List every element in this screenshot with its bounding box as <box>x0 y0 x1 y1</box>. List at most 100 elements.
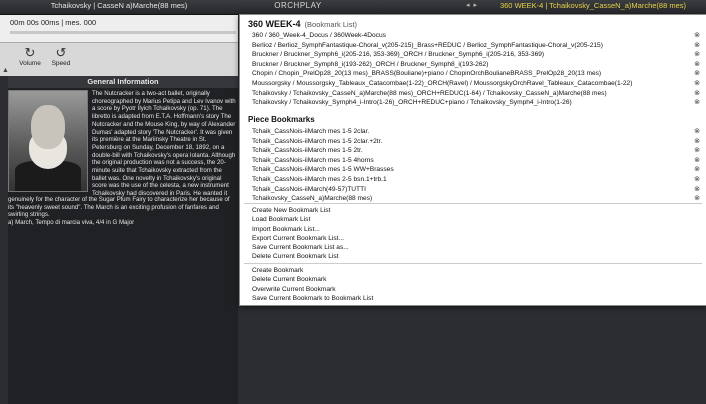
menu-item[interactable]: Overwrite Current Bookmark <box>240 285 706 294</box>
current-piece-title: Tchaikovsky | CasseN a)Marche(88 mes) <box>50 1 188 10</box>
menu-item[interactable]: Save Current Bookmark to Bookmark List <box>240 294 706 303</box>
panel-title: 360 WEEK-4 (Bookmark List) <box>248 19 357 29</box>
bookmark-item-label: Chopin / Chopin_PrelOp28_20(13 mes)_BRAS… <box>252 70 602 78</box>
speed-button[interactable]: ↺ Speed <box>46 45 76 68</box>
delete-icon[interactable]: ⊗ <box>694 69 700 79</box>
delete-icon[interactable]: ⊗ <box>694 185 700 195</box>
menu-item-label: Create New Bookmark List <box>252 207 331 214</box>
bookmark-item[interactable]: Berlioz / Berlioz_SymphFantastique-Chora… <box>240 41 706 51</box>
bookmark-item-label: 360 / 360_Week-4_Docus / 360Week-4Docus <box>252 32 386 39</box>
delete-icon[interactable]: ⊗ <box>694 127 700 137</box>
bookmark-list: 360 / 360_Week-4_Docus / 360Week-4Docus ⊗… <box>240 31 706 108</box>
time-readout: 00m 00s 00ms | mes. 000 <box>10 18 97 27</box>
nav-arrows: ◂ ▸ <box>466 1 481 9</box>
bookmark-item[interactable]: Tchaikovsky / Tchaikovsky_CasseN_a)March… <box>240 89 706 99</box>
bookmark-item[interactable]: Moussorgsky / Moussorgsky_Tableaux_Catac… <box>240 79 706 89</box>
menu-item-label: Overwrite Current Bookmark <box>252 285 336 293</box>
piece-bookmark-item-label: Tchaik_CassNois-iiMarch mes 1-5 4horns <box>252 156 374 164</box>
piece-bookmark-item-label: Tchaik_CassNois-iiMarch(49-57)TUTTI <box>252 185 366 193</box>
menu-item-label: Export Current Bookmark List... <box>252 234 344 242</box>
bookmark-dropdown-panel: 360 WEEK-4 (Bookmark List) 360 / 360_Week… <box>239 14 706 306</box>
triangle-up-icon[interactable]: ▲ <box>2 67 9 74</box>
piece-bookmark-item[interactable]: Tchaik_CassNois-iiMarch(49-57)TUTTI ⊗ <box>240 185 706 195</box>
piece-bookmark-item[interactable]: Tchaik_CassNois-iiMarch mes 1-5 WW+Brass… <box>240 165 706 175</box>
menu-item[interactable]: Delete Current Bookmark <box>240 275 706 284</box>
menu-item[interactable]: Export Current Bookmark List... <box>240 234 706 243</box>
info-description: The Nutcracker is a two-act ballet, orig… <box>92 90 236 198</box>
bookmark-item-label: Bruckner / Bruckner_Symph6_i(205-216, 35… <box>252 51 545 59</box>
bookmark-list-title[interactable]: 360 WEEK-4 | Tchaikovsky_CasseN_a)Marche… <box>480 1 706 10</box>
info-description-cont: genuinely for the character of the Sugar… <box>8 196 230 219</box>
piece-bookmarks-title: Piece Bookmarks <box>248 115 315 124</box>
delete-icon[interactable]: ⊗ <box>694 50 700 60</box>
progress-bar[interactable] <box>10 31 236 34</box>
bookmark-item-label: Berlioz / Berlioz_SymphFantastique-Chora… <box>252 41 603 49</box>
divider <box>244 203 702 204</box>
info-header: General Information <box>8 76 238 88</box>
piece-bookmark-item[interactable]: Tchaik_CassNois-iiMarch mes 1-5 4horns ⊗ <box>240 156 706 166</box>
bookmark-actions-menu: Create Bookmark Delete Current Bookmark Ov… <box>240 266 706 303</box>
panel-subtitle: (Bookmark List) <box>304 20 358 29</box>
menu-item[interactable]: Save Current Bookmark List as... <box>240 243 706 252</box>
piece-bookmark-item[interactable]: Tchaik_CassNois-iiMarch mes 1-5 2tr. ⊗ <box>240 146 706 156</box>
delete-icon[interactable]: ⊗ <box>694 175 700 185</box>
delete-icon[interactable]: ⊗ <box>694 41 700 51</box>
top-bar: Tchaikovsky | CasseN a)Marche(88 mes) OR… <box>0 0 706 15</box>
delete-icon[interactable]: ⊗ <box>694 60 700 70</box>
tempo-line: a) March, Tempo di marcia viva, 4/4 in G… <box>8 219 135 227</box>
app-logo[interactable]: ORCHPLAY <box>238 1 358 10</box>
piece-bookmark-item-label: Tchaikovsky_CasseN_a)Marche(88 mes) <box>252 195 373 203</box>
bookmark-item-label: Moussorgsky / Moussorgsky_Tableaux_Catac… <box>252 79 633 87</box>
divider <box>244 263 702 264</box>
piece-bookmark-item-label: Tchaik_CassNois-iiMarch mes 1-5 2clar. <box>252 128 370 135</box>
delete-icon[interactable]: ⊗ <box>694 137 700 147</box>
volume-button[interactable]: ↻ Volume <box>15 45 45 68</box>
info-description-continued: genuinely for the character of the Sugar… <box>8 196 236 227</box>
prev-arrow-icon[interactable]: ◂ <box>466 2 470 9</box>
volume-label: Volume <box>19 60 41 67</box>
bookmark-item-label: Tchaikovsky / Tchaikovsky_CasseN_a)March… <box>252 89 607 97</box>
composer-portrait <box>8 90 88 192</box>
piece-bookmark-item[interactable]: Tchaik_CassNois-iiMarch mes 1-5 2clar. ⊗ <box>240 127 706 137</box>
piece-bookmark-item-label: Tchaik_CassNois-iiMarch mes 1-5 WW+Brass… <box>252 166 394 174</box>
piece-bookmark-item-label: Tchaik_CassNois-iiMarch mes 1-5 2clar.+2… <box>252 137 383 145</box>
controls-bar: ↻ Volume ↺ Speed ▲ <box>0 43 238 76</box>
bookmark-item[interactable]: 360 / 360_Week-4_Docus / 360Week-4Docus ⊗ <box>240 31 706 41</box>
menu-item[interactable]: Create Bookmark <box>240 266 706 275</box>
bookmark-item[interactable]: Bruckner / Bruckner_Symph6_i(205-216, 35… <box>240 50 706 60</box>
menu-item-label: Import Bookmark List... <box>252 225 320 233</box>
bookmark-item[interactable]: Bruckner / Bruckner_Symph8_i(193-262)_OR… <box>240 60 706 70</box>
panel-title-name: 360 WEEK-4 <box>248 19 301 29</box>
menu-item-label: Load Bookmark List <box>252 216 311 224</box>
general-information-panel: General Information The Nutcracker is a … <box>8 76 238 404</box>
bookmark-item-label: Bruckner / Bruckner_Symph8_i(193-262)_OR… <box>252 60 489 68</box>
menu-item-label: Delete Current Bookmark List <box>252 253 339 261</box>
volume-icon: ↻ <box>24 45 36 60</box>
delete-icon[interactable]: ⊗ <box>694 98 700 108</box>
speed-label: Speed <box>51 60 71 67</box>
delete-icon[interactable]: ⊗ <box>694 146 700 156</box>
delete-icon[interactable]: ⊗ <box>694 89 700 99</box>
menu-item[interactable]: Import Bookmark List... <box>240 225 706 234</box>
menu-item-label: Save Current Bookmark to Bookmark List <box>252 294 374 302</box>
menu-item-label: Delete Current Bookmark <box>252 276 327 284</box>
delete-icon[interactable]: ⊗ <box>694 165 700 175</box>
delete-icon[interactable]: ⊗ <box>694 31 700 41</box>
bookmark-item[interactable]: Tchaikovsky / Tchaikovsky_Symph4_i-Intro… <box>240 98 706 108</box>
piece-bookmark-item-label: Tchaik_CassNois-iiMarch mes 2-5 bsn.1+tr… <box>252 175 387 183</box>
delete-icon[interactable]: ⊗ <box>694 79 700 89</box>
menu-item-label: Create Bookmark <box>252 267 304 274</box>
bookmark-item-label: Tchaikovsky / Tchaikovsky_Symph4_i-Intro… <box>252 99 572 107</box>
next-arrow-icon[interactable]: ▸ <box>474 2 478 9</box>
piece-bookmark-item[interactable]: Tchaik_CassNois-iiMarch mes 2-5 bsn.1+tr… <box>240 175 706 185</box>
piece-bookmark-item[interactable]: Tchaik_CassNois-iiMarch mes 1-5 2clar.+2… <box>240 137 706 147</box>
menu-item[interactable]: Load Bookmark List <box>240 215 706 224</box>
bookmark-item[interactable]: Chopin / Chopin_PrelOp28_20(13 mes)_BRAS… <box>240 69 706 79</box>
list-actions-menu: Create New Bookmark List Load Bookmark Li… <box>240 206 706 262</box>
delete-icon[interactable]: ⊗ <box>694 156 700 166</box>
menu-item-label: Save Current Bookmark List as... <box>252 244 349 252</box>
time-bar: 00m 00s 00ms | mes. 000 <box>0 15 238 43</box>
menu-item[interactable]: Delete Current Bookmark List <box>240 252 706 261</box>
menu-item[interactable]: Create New Bookmark List <box>240 206 706 215</box>
speed-icon: ↺ <box>55 45 67 60</box>
